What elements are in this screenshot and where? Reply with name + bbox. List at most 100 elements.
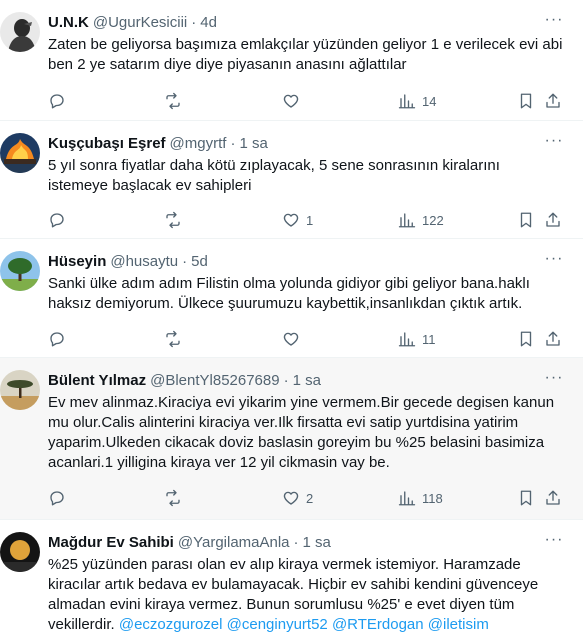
bookmark-icon [520,490,532,506]
share-icon [546,212,560,227]
bookmark-button[interactable] [517,91,535,111]
views-chart-icon [398,213,416,228]
views-count: 122 [422,212,444,228]
separator-dot: · [230,135,236,152]
tweet-text: 5 yıl sonra fiyatlar daha kötü zıplayaca… [48,156,568,196]
mention-link[interactable]: @cenginyurt52 [227,616,328,633]
mention-link[interactable]: @eczozgurozel [119,616,223,633]
display-name[interactable]: Kuşçubaşı Eşref [48,135,166,152]
share-icon [546,93,560,108]
tweet-header: Bülent Yılmaz @BlentYl85267689 · 1 sa [48,371,321,391]
bookmark-button[interactable] [517,329,535,349]
tweet-text-line: almadan evini kiraya vermez. Bunun sorum… [48,596,515,613]
bookmark-button[interactable] [517,488,535,508]
avatar[interactable] [0,133,40,173]
tweet-text-line: 5 yıl sonra fiyatlar daha kötü zıplayaca… [48,157,500,174]
tweet-text-line: Ev mev alinmaz.Kiraciya evi yikarim yine… [48,394,555,411]
reply-button[interactable] [48,488,66,508]
display-name[interactable]: Mağdur Ev Sahibi [48,534,174,551]
tweet-header: Kuşçubaşı Eşref @mgyrtf · 1 sa [48,134,268,154]
tweet-text-line: mu olur.Calis alinterini kiraciya ver.Il… [48,414,519,431]
retweet-icon [166,92,180,110]
views-button[interactable]: 118 [398,488,443,508]
user-handle[interactable]: @mgyrtf [170,135,227,152]
retweet-button[interactable] [164,329,182,349]
like-button[interactable] [282,91,300,111]
share-button[interactable] [544,91,562,111]
reply-button[interactable] [48,91,66,111]
display-name[interactable]: Hüseyin [48,253,106,270]
timestamp[interactable]: 1 sa [293,372,321,389]
avatar[interactable] [0,370,40,410]
share-icon [546,331,560,346]
separator-dot: · [283,372,289,389]
heart-icon [283,332,299,346]
views-button[interactable]: 122 [398,210,444,230]
timestamp[interactable]: 1 sa [239,135,267,152]
user-handle[interactable]: @BlentYl85267689 [150,372,280,389]
retweet-button[interactable] [164,488,182,508]
tweet-text-line: haksız demiyorum. Ülkece şuurumuzu kaybe… [48,295,523,312]
reply-button[interactable] [48,329,66,349]
share-button[interactable] [544,488,562,508]
tweet[interactable]: Bülent Yılmaz @BlentYl85267689 · 1 sa ··· E… [0,358,583,520]
timestamp[interactable]: 5d [191,253,208,270]
like-button[interactable]: 1 [282,210,313,230]
views-button[interactable]: 11 [398,329,436,349]
mention-link[interactable]: @RTErdogan [332,616,424,633]
tweet-text-line: yaparim.Ulkeden cikacak doviz baslasin g… [48,434,545,451]
tweet[interactable]: U.N.K @UgurKesiciii · 4d ··· Zaten be geliy… [0,0,583,121]
tweet-text: Sanki ülke adım adım Filistin olma yolun… [48,274,568,314]
views-count: 14 [422,93,437,109]
bookmark-icon [520,331,532,347]
like-button[interactable] [282,329,300,349]
timestamp[interactable]: 1 sa [303,534,331,551]
mention-link[interactable]: @iletisim [428,616,489,633]
tweet-text: Ev mev alinmaz.Kiraciya evi yikarim yine… [48,393,568,473]
user-handle[interactable]: @husaytu [110,253,178,270]
share-button[interactable] [544,210,562,230]
retweet-button[interactable] [164,91,182,111]
separator-dot: · [191,14,197,31]
user-handle[interactable]: @YargilamaAnla [178,534,290,551]
views-button[interactable]: 14 [398,91,436,111]
tweet-header: U.N.K @UgurKesiciii · 4d [48,13,217,33]
retweet-button[interactable] [164,210,182,230]
display-name[interactable]: Bülent Yılmaz [48,372,146,389]
share-button[interactable] [544,329,562,349]
tweet-header: Mağdur Ev Sahibi @YargilamaAnla · 1 sa [48,533,331,553]
more-options-icon[interactable]: ··· [544,133,564,154]
like-button[interactable]: 2 [282,488,313,508]
bookmark-icon [520,93,532,109]
more-options-icon[interactable]: ··· [544,370,564,391]
avatar[interactable] [0,251,40,291]
avatar[interactable] [0,12,40,52]
reply-icon [50,213,64,228]
tree-landscape-avatar [0,251,40,291]
user-handle[interactable]: @UgurKesiciii [93,14,187,31]
more-options-icon[interactable]: ··· [544,532,564,553]
tweet-text-line: %25 yüzünden parası olan ev alıp kiraya … [48,556,521,573]
more-options-icon[interactable]: ··· [544,251,564,272]
tweet[interactable]: Hüseyin @husaytu · 5d ··· Sanki ülke adım a… [0,239,583,358]
display-name[interactable]: U.N.K [48,14,89,31]
tweet-actions: 14 [48,91,560,111]
tweet-actions: 11 [48,329,560,349]
reply-button[interactable] [48,210,66,230]
timestamp[interactable]: 4d [200,14,217,31]
separator-dot: · [182,253,188,270]
heart-icon [283,213,299,227]
avatar[interactable] [0,532,40,572]
tweet[interactable]: Mağdur Ev Sahibi @YargilamaAnla · 1 sa ··· … [0,520,583,643]
bookmark-button[interactable] [517,210,535,230]
reply-icon [50,94,64,109]
more-options-icon[interactable]: ··· [544,12,564,33]
tweet-text: Zaten be geliyorsa başımıza emlakçılar y… [48,35,568,75]
retweet-icon [166,330,180,348]
tweet-text-line: Sanki ülke adım adım Filistin olma yolun… [48,275,530,292]
retweet-icon [166,489,180,507]
tweet-actions: 1 122 [48,210,560,230]
tweet[interactable]: Kuşçubaşı Eşref @mgyrtf · 1 sa ··· 5 yıl so… [0,121,583,239]
tweet-text: %25 yüzünden parası olan ev alıp kiraya … [48,555,568,635]
tweet-header: Hüseyin @husaytu · 5d [48,252,208,272]
